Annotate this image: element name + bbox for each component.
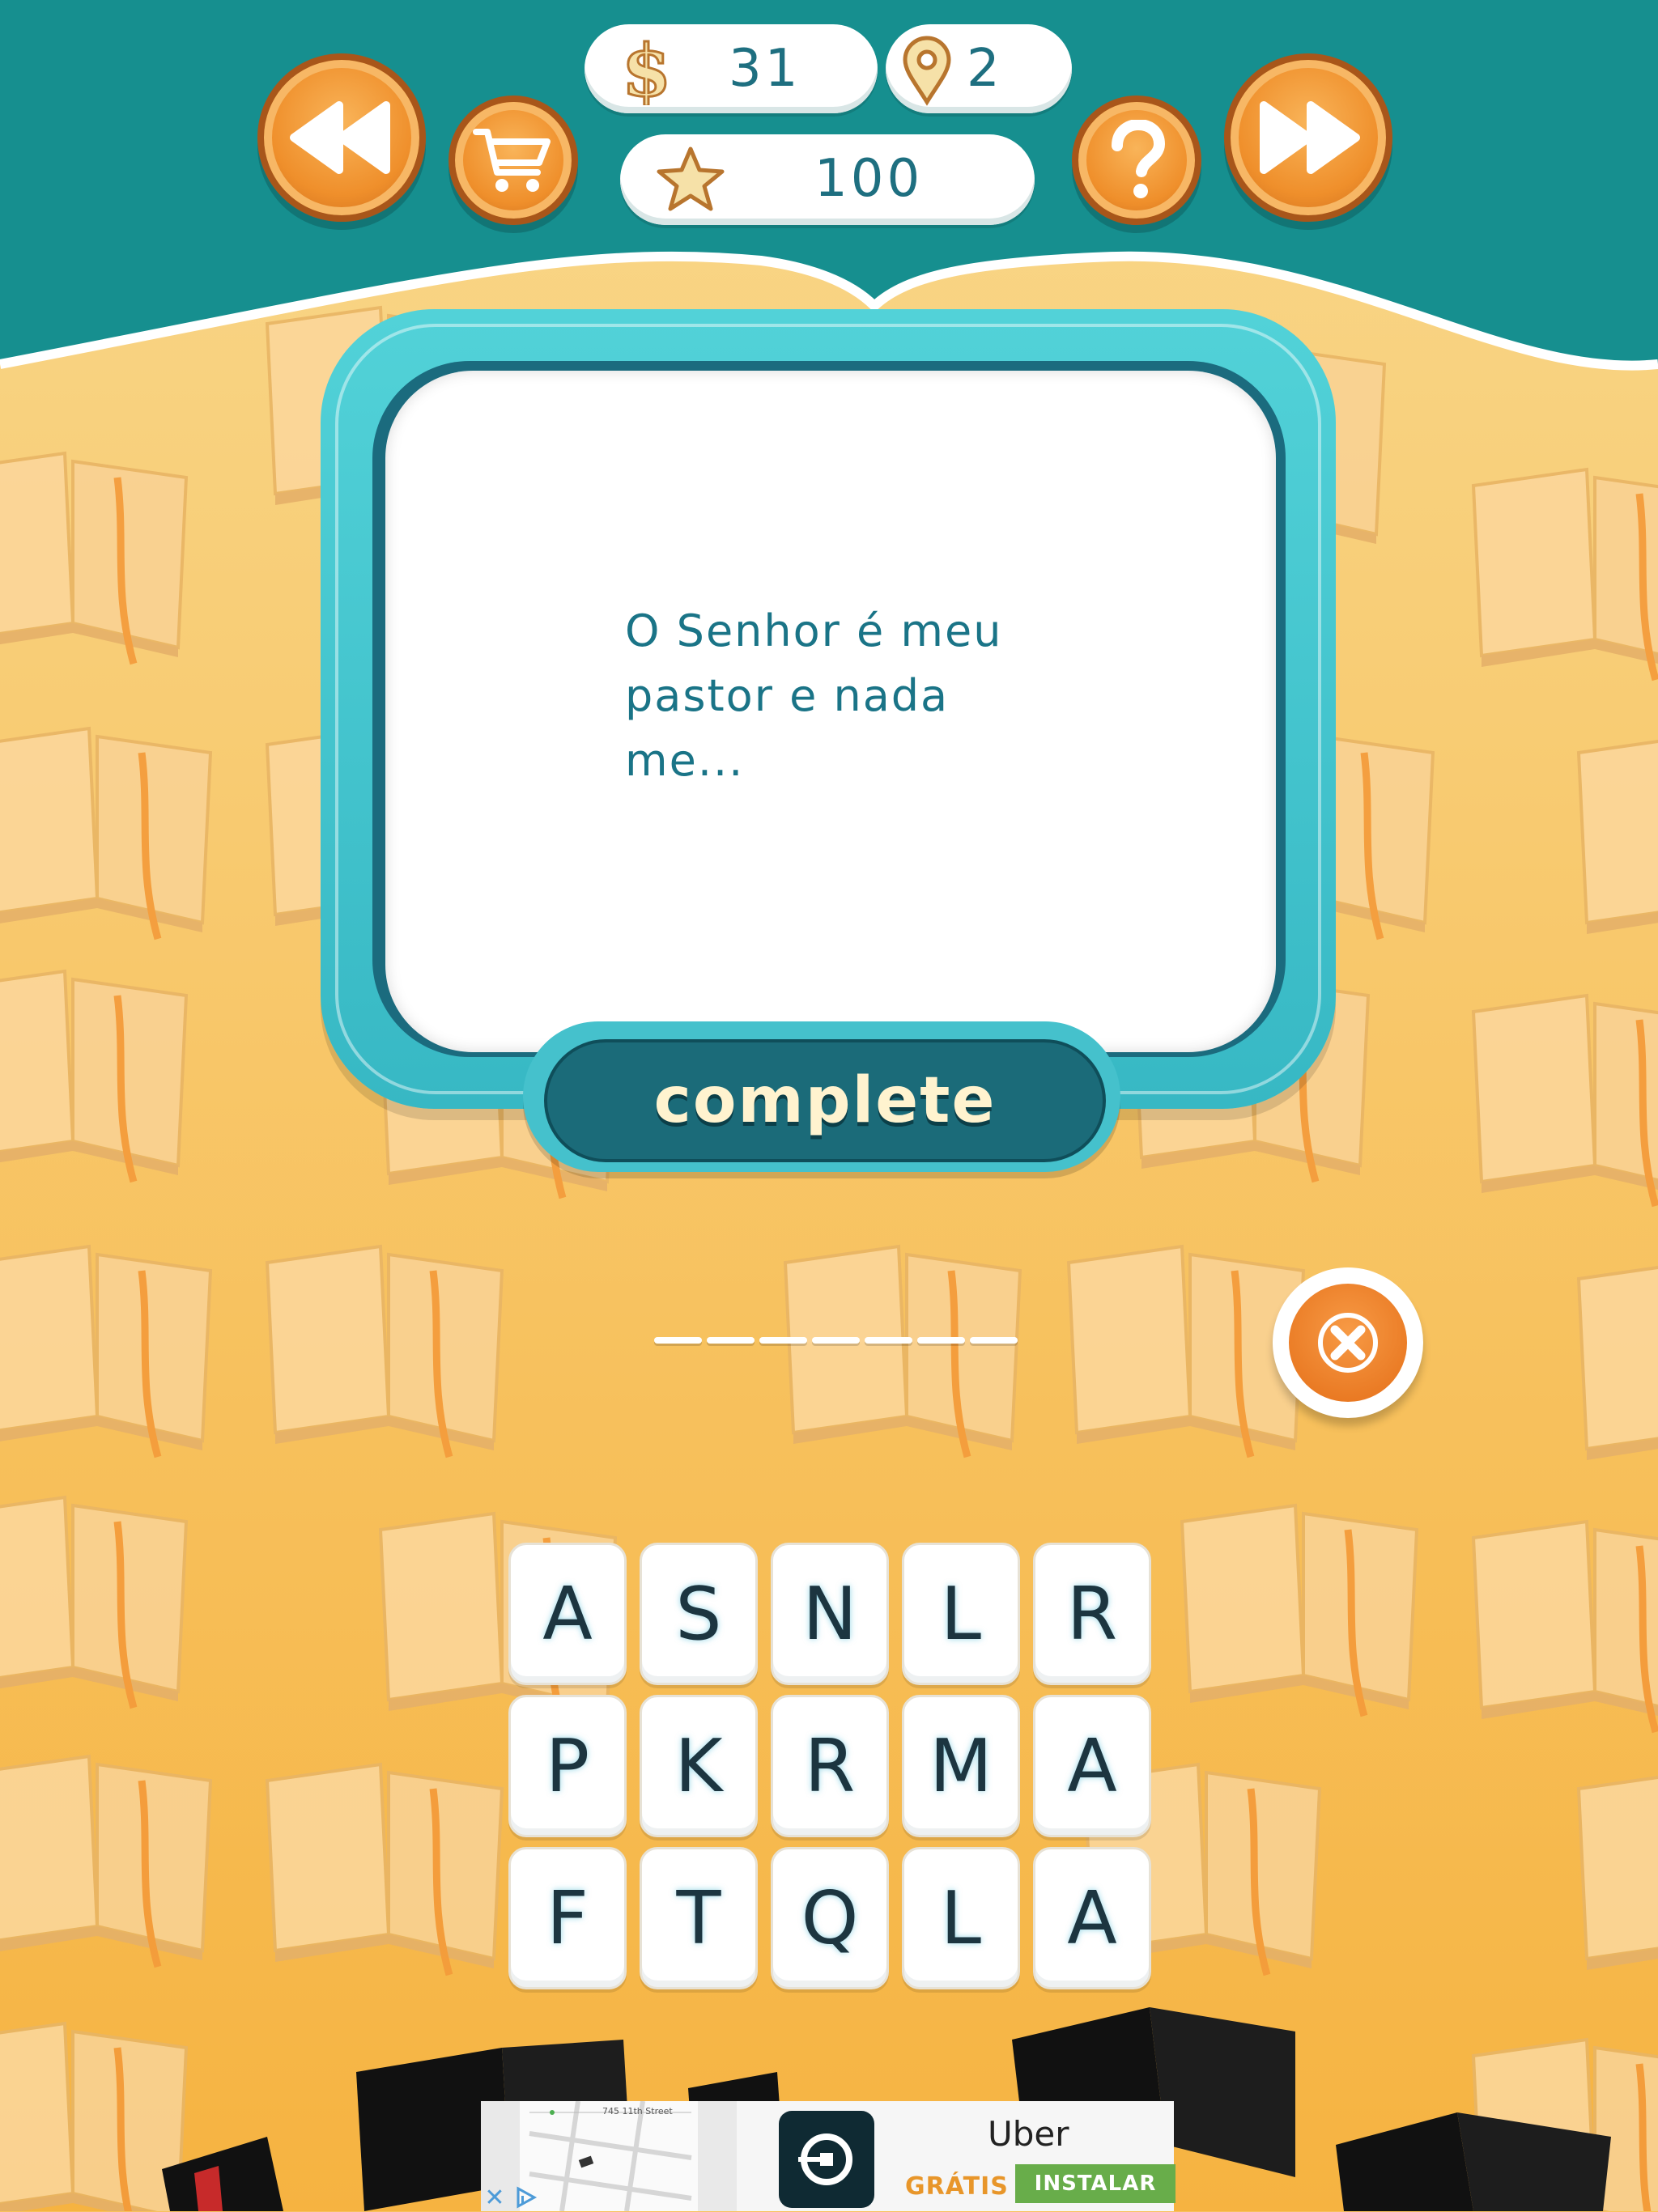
answer-slot[interactable]: [812, 1337, 860, 1344]
location-pin-icon: [903, 36, 951, 106]
letter-tile[interactable]: Q: [771, 1847, 889, 1989]
level-value: 2: [967, 39, 1003, 99]
answer-slot[interactable]: [865, 1337, 912, 1344]
coins-value: 31: [729, 39, 801, 99]
letter-tile[interactable]: L: [902, 1847, 1020, 1989]
ad-close-icon[interactable]: ✕: [481, 2184, 508, 2212]
coins-counter: $ 31: [585, 24, 878, 113]
stars-value: 100: [814, 149, 924, 209]
answer-slot[interactable]: [759, 1337, 807, 1344]
ad-title: Uber: [988, 2114, 1069, 2154]
letter-tile[interactable]: K: [640, 1695, 758, 1837]
ad-price-label: GRÁTIS: [905, 2172, 1009, 2201]
letter-tile[interactable]: P: [508, 1695, 627, 1837]
mode-badge: complete: [544, 1039, 1106, 1162]
previous-level-button[interactable]: [257, 53, 426, 222]
star-icon: [657, 146, 725, 211]
question-icon: [1112, 120, 1166, 198]
cart-icon: [473, 129, 551, 192]
letter-tile[interactable]: A: [1033, 1695, 1151, 1837]
letter-tile[interactable]: T: [640, 1847, 758, 1989]
level-counter: 2: [886, 24, 1072, 113]
mode-label: complete: [653, 1064, 997, 1137]
stars-counter: 100: [620, 134, 1035, 225]
letter-grid: A S N L R P K R M A F T Q L A: [508, 1543, 1151, 1989]
letter-tile[interactable]: R: [771, 1695, 889, 1837]
answer-slot[interactable]: [654, 1337, 702, 1344]
letter-tile[interactable]: M: [902, 1695, 1020, 1837]
help-button[interactable]: [1072, 96, 1201, 225]
close-icon: [1318, 1313, 1378, 1373]
dollar-icon: $: [621, 32, 671, 105]
ad-street-label: 745 11th Street: [602, 2106, 673, 2116]
ad-install-button[interactable]: INSTALAR: [1015, 2164, 1175, 2203]
clear-answer-button[interactable]: [1273, 1267, 1423, 1418]
letter-tile[interactable]: A: [1033, 1847, 1151, 1989]
letter-tile[interactable]: N: [771, 1543, 889, 1685]
next-level-button[interactable]: [1224, 53, 1392, 222]
ad-choices-icon[interactable]: [512, 2184, 539, 2211]
question-text: O Senhor é meu pastor e nada me...: [625, 605, 1003, 786]
answer-slot[interactable]: [707, 1337, 755, 1344]
rewind-icon: [290, 101, 390, 174]
svg-text:$: $: [622, 32, 670, 105]
letter-tile[interactable]: F: [508, 1847, 627, 1989]
ad-banner[interactable]: 745 11th Street Uber GRÁTIS INSTALAR ✕: [481, 2101, 1175, 2212]
shop-button[interactable]: [449, 96, 578, 225]
fast-forward-icon: [1260, 101, 1360, 174]
uber-logo-icon: [779, 2111, 874, 2208]
letter-tile[interactable]: R: [1033, 1543, 1151, 1685]
answer-slots: [654, 1337, 1018, 1348]
answer-slot[interactable]: [970, 1337, 1018, 1344]
letter-tile[interactable]: S: [640, 1543, 758, 1685]
answer-slot[interactable]: [917, 1337, 965, 1344]
letter-tile[interactable]: L: [902, 1543, 1020, 1685]
letter-tile[interactable]: A: [508, 1543, 627, 1685]
